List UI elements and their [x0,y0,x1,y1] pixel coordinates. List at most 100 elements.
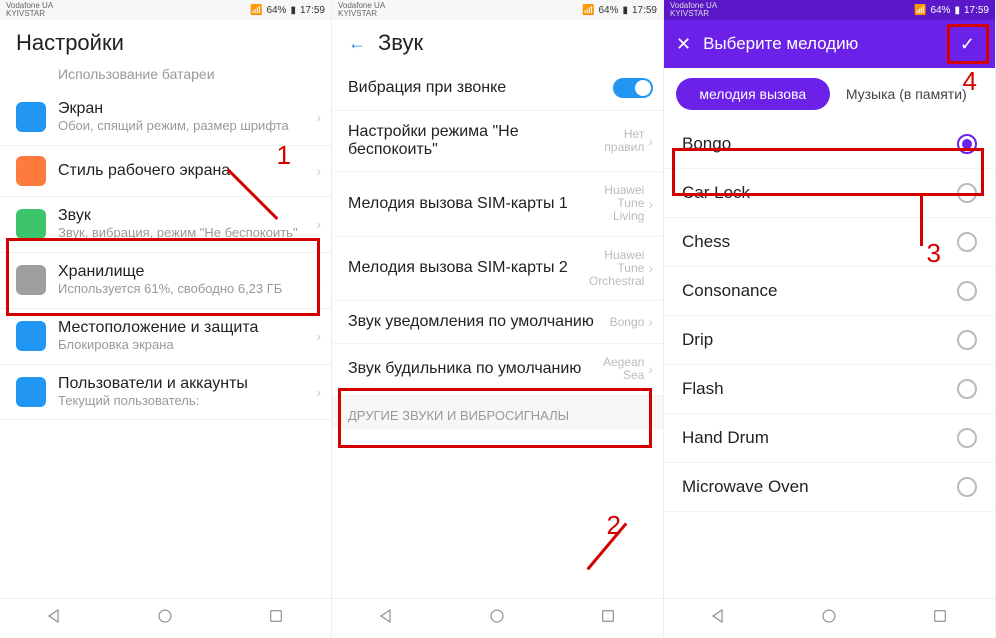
wifi-icon: 📶 [582,5,594,16]
item-subtitle: Используется 61%, свободно 6,23 ГБ [58,281,312,298]
android-navbar [332,598,663,638]
ringtone-item[interactable]: Microwave Oven [664,463,995,512]
tab-call-ringtone[interactable]: мелодия вызова [676,78,830,110]
item-icon [16,265,46,295]
settings-item[interactable]: Хранилище Используется 61%, свободно 6,2… [0,253,331,309]
annotation-arrow-3 [920,196,923,246]
tab-music-memory[interactable]: Музыка (в памяти) [830,78,984,110]
radio-button[interactable] [957,330,977,350]
carrier-label: Vodafone UA KYIVSTAR [338,2,385,18]
close-icon[interactable]: ✕ [676,34,691,55]
radio-button[interactable] [957,477,977,497]
ringtone-item[interactable]: Consonance [664,267,995,316]
settings-item[interactable]: Экран Обои, спящий режим, размер шрифта … [0,90,331,146]
page-title: Выберите мелодию [703,34,940,54]
ringtone-list: Bongo Car Lock Chess Consonance Drip Fla… [664,120,995,598]
status-right: 📶 64% ▮ 17:59 [582,5,657,16]
chevron-right-icon: › [312,109,321,125]
nav-home[interactable] [156,607,174,630]
clock: 17:59 [964,5,989,16]
item-icon [16,156,46,186]
row-value: Aegean Sea [584,356,644,382]
item-subtitle: Текущий пользователь: [58,393,312,410]
chevron-right-icon: › [644,260,653,276]
radio-button[interactable] [957,281,977,301]
sound-header: ← Звук [332,20,663,66]
status-bar: Vodafone UA KYIVSTAR 📶 64% ▮ 17:59 [664,0,995,20]
row-title: Звук уведомления по умолчанию [348,313,610,331]
row-title: Мелодия вызова SIM-карты 2 [348,259,584,277]
carrier-label: Vodafone UA KYIVSTAR [6,2,53,18]
nav-back[interactable] [46,607,64,630]
item-title: Стиль рабочего экрана [58,162,312,180]
nav-back[interactable] [710,607,728,630]
radio-button[interactable] [957,134,977,154]
page-title: Звук [378,30,423,56]
item-subtitle: Звук, вибрация, режим "Не беспокоить" [58,225,312,242]
chevron-right-icon: › [644,314,653,330]
ringtone-item[interactable]: Bongo [664,120,995,169]
ringtone-item[interactable]: Chess [664,218,995,267]
chevron-right-icon: › [644,133,653,149]
battery-icon: ▮ [290,5,296,16]
sound-row[interactable]: Звук будильника по умолчаниюAegean Sea› [332,344,663,395]
nav-recent[interactable] [599,607,617,630]
settings-item[interactable]: Звук Звук, вибрация, режим "Не беспокоит… [0,197,331,253]
sound-row[interactable]: Звук уведомления по умолчаниюBongo› [332,301,663,344]
viber-header: ✕ Выберите мелодию ✓ [664,20,995,68]
partial-row[interactable]: Использование батареи [0,66,331,90]
section-header: ДРУГИЕ ЗВУКИ И ВИБРОСИГНАЛЫ [332,396,663,429]
ringtone-item[interactable]: Car Lock [664,169,995,218]
sound-row[interactable]: Вибрация при звонке [332,66,663,111]
radio-button[interactable] [957,379,977,399]
nav-home[interactable] [488,607,506,630]
item-title: Экран [58,100,312,118]
toggle-switch[interactable] [613,78,653,98]
nav-home[interactable] [820,607,838,630]
ringtone-item[interactable]: Drip [664,316,995,365]
row-title: Мелодия вызова SIM-карты 1 [348,195,584,213]
android-navbar [664,598,995,638]
radio-button[interactable] [957,183,977,203]
row-title: Настройки режима "Не беспокоить" [348,123,584,159]
settings-item[interactable]: Пользователи и аккаунты Текущий пользова… [0,365,331,421]
ringtone-name: Consonance [682,281,957,301]
carrier-label: Vodafone UA KYIVSTAR [670,2,717,18]
nav-recent[interactable] [931,607,949,630]
clock: 17:59 [632,5,657,16]
chevron-right-icon: › [312,216,321,232]
radio-button[interactable] [957,428,977,448]
sound-row[interactable]: Настройки режима "Не беспокоить"Нет прав… [332,111,663,172]
page-title: Настройки [0,20,331,66]
item-icon [16,377,46,407]
ringtone-name: Chess [682,232,957,252]
battery-pct: 64% [598,5,618,16]
chevron-right-icon: › [644,196,653,212]
chevron-right-icon: › [312,384,321,400]
row-value: Huawei Tune Orchestral [584,249,644,289]
ringtone-item[interactable]: Flash [664,365,995,414]
radio-button[interactable] [957,232,977,252]
row-title: Звук будильника по умолчанию [348,360,584,378]
sound-row[interactable]: Мелодия вызова SIM-карты 1Huawei Tune Li… [332,172,663,237]
ringtone-item[interactable]: Hand Drum [664,414,995,463]
screen-sound: Vodafone UA KYIVSTAR 📶 64% ▮ 17:59 ← Зву… [332,0,664,638]
sound-row[interactable]: Мелодия вызова SIM-карты 2Huawei Tune Or… [332,237,663,302]
battery-pct: 64% [266,5,286,16]
item-title: Местоположение и защита [58,319,312,337]
item-title: Пользователи и аккаунты [58,375,312,393]
confirm-icon[interactable]: ✓ [952,30,983,59]
ringtone-name: Drip [682,330,957,350]
status-right: 📶 64% ▮ 17:59 [914,5,989,16]
nav-back[interactable] [378,607,396,630]
nav-recent[interactable] [267,607,285,630]
battery-icon: ▮ [622,5,628,16]
chevron-right-icon: › [644,361,653,377]
item-icon [16,209,46,239]
annotation-4: 4 [963,66,977,97]
back-icon[interactable]: ← [348,33,366,54]
settings-item[interactable]: Местоположение и защита Блокировка экран… [0,309,331,365]
item-subtitle: Блокировка экрана [58,337,312,354]
item-subtitle: Обои, спящий режим, размер шрифта [58,118,312,135]
annotation-3: 3 [927,238,941,269]
